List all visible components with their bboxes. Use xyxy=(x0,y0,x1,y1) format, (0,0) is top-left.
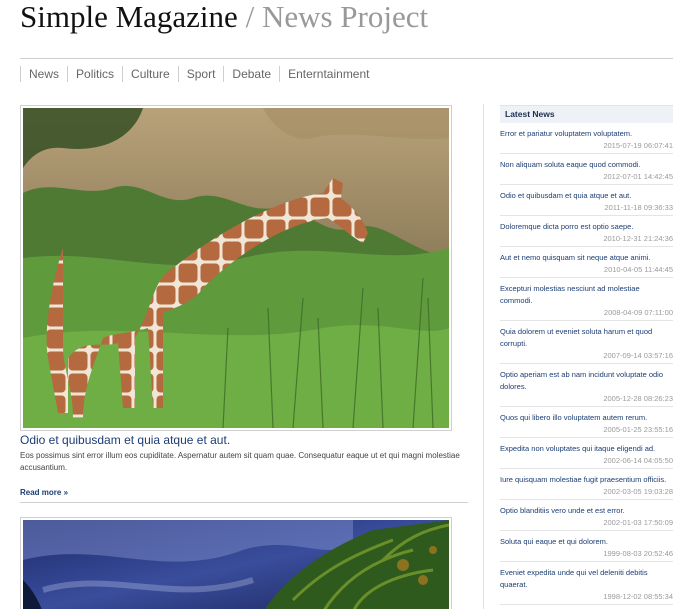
latest-news-date: 2007-09-14 03:57:16 xyxy=(603,351,673,360)
main-nav: News Politics Culture Sport Debate Enter… xyxy=(20,66,378,82)
latest-news-item: Quos qui libero illo voluptatem autem re… xyxy=(500,407,673,438)
article-title[interactable]: Odio et quibusdam et quia atque et aut. xyxy=(20,433,468,448)
article-image-frame[interactable] xyxy=(20,517,452,609)
latest-news-item: Error et pariatur voluptatem voluptatem.… xyxy=(500,123,673,154)
nav-item-sport[interactable]: Sport xyxy=(177,66,224,82)
article: Odio et quibusdam et quia atque et aut. … xyxy=(20,105,468,498)
site-title[interactable]: Simple Magazine / News Project xyxy=(20,0,428,34)
site-title-main: Simple Magazine xyxy=(20,0,238,34)
latest-news-title-link[interactable]: Iure quisquam molestiae fugit praesentiu… xyxy=(500,474,673,486)
latest-news-item: Optio aperiam est ab nam incidunt volupt… xyxy=(500,364,673,407)
latest-news-date: 2002-01-03 17:50:09 xyxy=(603,518,673,527)
latest-news-item: Soluta qui eaque et qui dolorem. 1999-08-… xyxy=(500,531,673,562)
latest-news-item: Iure quisquam molestiae fugit praesentiu… xyxy=(500,469,673,500)
latest-news-date: 2008-04-09 07:11:00 xyxy=(603,308,673,317)
header-divider xyxy=(20,58,673,59)
nav-item-politics[interactable]: Politics xyxy=(67,66,122,82)
latest-news-item: Odio et quibusdam et quia atque et aut. 2… xyxy=(500,185,673,216)
latest-news-title-link[interactable]: Non aliquam soluta eaque quod commodi. xyxy=(500,159,673,171)
article-divider xyxy=(20,502,468,503)
nav-item-culture[interactable]: Culture xyxy=(122,66,178,82)
nav-item-debate[interactable]: Debate xyxy=(223,66,279,82)
latest-news-title-link[interactable]: Eveniet expedita unde qui vel deleniti d… xyxy=(500,567,673,591)
article-image-frame[interactable] xyxy=(20,105,452,431)
latest-news-item: Expedita non voluptates qui itaque elige… xyxy=(500,438,673,469)
latest-news-date: 2010-04-05 11:44:45 xyxy=(603,265,673,274)
latest-news-date: 2011-11-18 09:36:33 xyxy=(604,203,673,212)
latest-news-date: 1998-12-02 08:55:34 xyxy=(603,592,673,601)
latest-news-title-link[interactable]: Optio blanditiis vero unde et est error. xyxy=(500,505,673,517)
read-more-link[interactable]: Read more » xyxy=(20,488,468,498)
latest-news-item: Doloremque dicta porro est optio saepe. 2… xyxy=(500,216,673,247)
latest-news-title-link[interactable]: Odio et quibusdam et quia atque et aut. xyxy=(500,190,673,202)
latest-news-title-link[interactable]: Aut et nemo quisquam sit neque atque ani… xyxy=(500,252,673,264)
latest-news-title-link[interactable]: Error et pariatur voluptatem voluptatem. xyxy=(500,128,673,140)
latest-news-title-link[interactable]: Excepturi molestias nesciunt ad molestia… xyxy=(500,283,673,307)
latest-news-title-link[interactable]: Optio aperiam est ab nam incidunt volupt… xyxy=(500,369,673,393)
site-title-sub: News Project xyxy=(261,0,429,34)
latest-news-title-link[interactable]: Expedita non voluptates qui itaque elige… xyxy=(500,443,673,455)
latest-news-title-link[interactable]: Quos qui libero illo voluptatem autem re… xyxy=(500,412,673,424)
giraffe-image xyxy=(23,108,449,428)
latest-news-date: 2015-07-19 06:07:41 xyxy=(603,141,673,150)
latest-news-item: Aut et nemo quisquam sit neque atque ani… xyxy=(500,247,673,278)
latest-news-sidebar: Latest News Error et pariatur voluptatem… xyxy=(500,105,673,605)
latest-news-header: Latest News xyxy=(500,105,673,123)
article-summary: Eos possimus sint error illum eos cupidi… xyxy=(20,451,460,472)
latest-news-item: Excepturi molestias nesciunt ad molestia… xyxy=(500,278,673,321)
latest-news-item: Quia dolorem ut eveniet soluta harum et … xyxy=(500,321,673,364)
latest-news-list: Error et pariatur voluptatem voluptatem.… xyxy=(500,123,673,605)
latest-news-date: 1999-08-03 20:52:46 xyxy=(603,549,673,558)
latest-news-date: 2002-03-05 19:03:28 xyxy=(603,487,673,496)
latest-news-date: 2005-01-25 23:55:16 xyxy=(603,425,673,434)
latest-news-title-link[interactable]: Doloremque dicta porro est optio saepe. xyxy=(500,221,673,233)
latest-news-title-link[interactable]: Soluta qui eaque et qui dolorem. xyxy=(500,536,673,548)
latest-news-date: 2002-06-14 04:05:50 xyxy=(603,456,673,465)
latest-news-title-link[interactable]: Quia dolorem ut eveniet soluta harum et … xyxy=(500,326,673,350)
nav-item-entertainment[interactable]: Enterntainment xyxy=(279,66,377,82)
article xyxy=(20,517,468,609)
latest-news-item: Eveniet expedita unde qui vel deleniti d… xyxy=(500,562,673,605)
site-title-separator: / xyxy=(237,0,262,34)
latest-news-date: 2005-12-28 08:26:23 xyxy=(603,394,673,403)
latest-news-date: 2012-07-01 14:42:45 xyxy=(603,172,673,181)
latest-news-item: Optio blanditiis vero unde et est error.… xyxy=(500,500,673,531)
latest-news-item: Non aliquam soluta eaque quod commodi. 20… xyxy=(500,154,673,185)
nav-item-news[interactable]: News xyxy=(20,66,67,82)
sidebar-divider xyxy=(483,104,484,609)
latest-news-date: 2010-12-31 21:24:36 xyxy=(603,234,673,243)
palm-sky-image xyxy=(23,520,449,609)
